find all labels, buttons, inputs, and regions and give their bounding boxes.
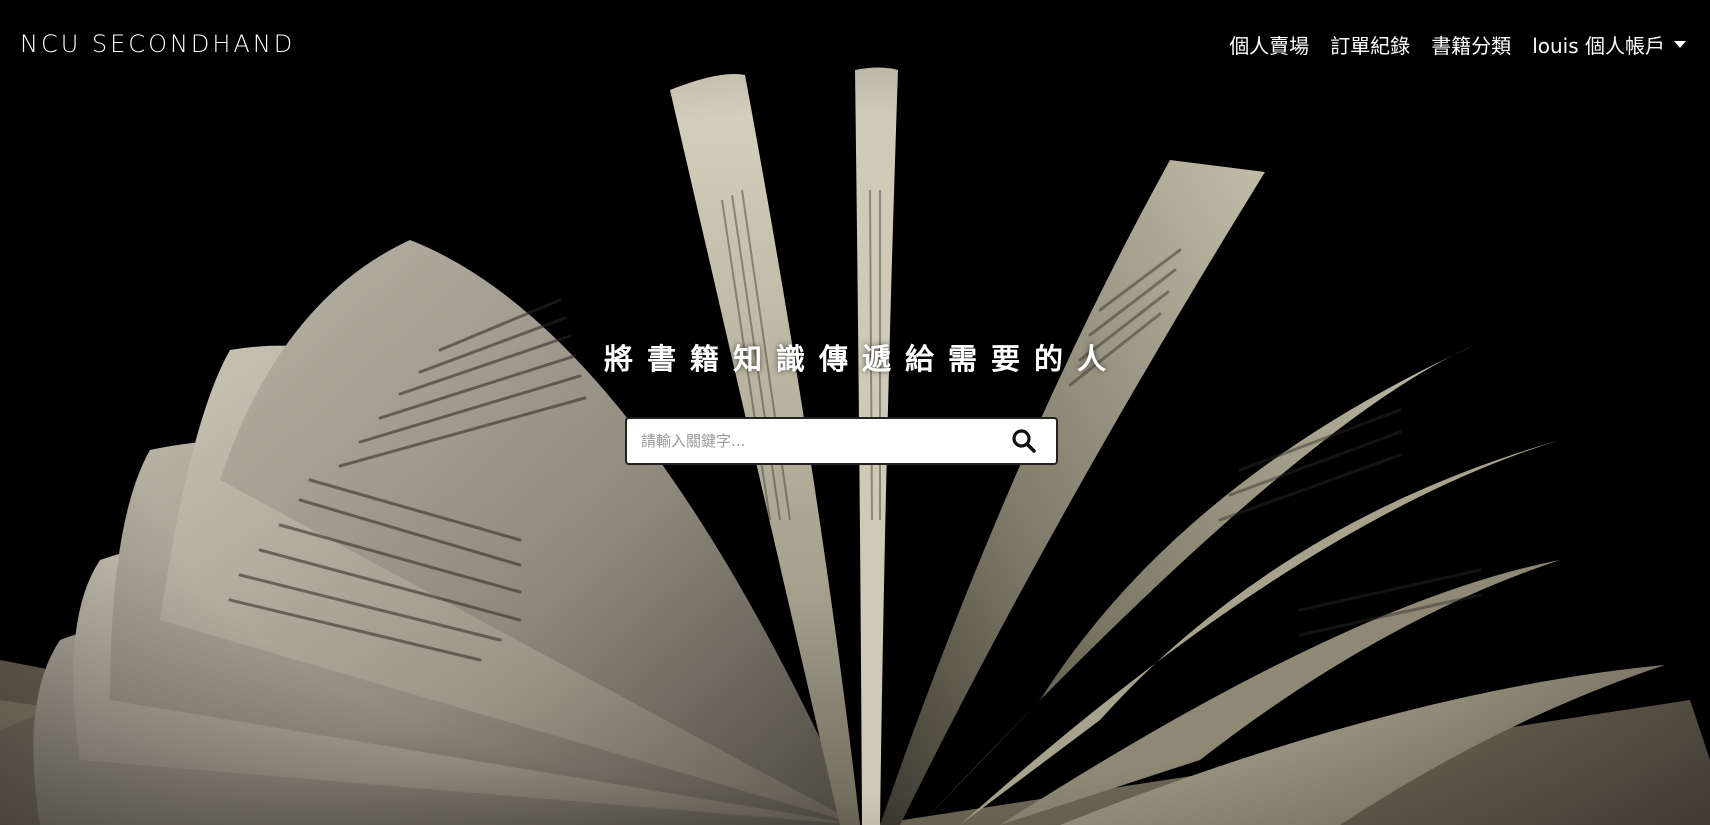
open-book-background-image xyxy=(0,0,1710,825)
nav-orders[interactable]: 訂單紀錄 xyxy=(1330,30,1410,59)
nav-personal-store[interactable]: 個人賣場 xyxy=(1229,30,1309,59)
account-label: louis 個人帳戶 xyxy=(1532,33,1665,58)
nav-categories[interactable]: 書籍分類 xyxy=(1431,30,1511,59)
top-navbar: NCU SECONDHAND 個人賣場 訂單紀錄 書籍分類 louis 個人帳戶 xyxy=(0,0,1710,88)
nav-links: 個人賣場 訂單紀錄 書籍分類 louis 個人帳戶 xyxy=(1208,30,1686,59)
search-button[interactable] xyxy=(1000,419,1048,463)
search-box xyxy=(625,417,1058,465)
search-input[interactable] xyxy=(627,419,1000,463)
search-icon xyxy=(1012,429,1036,453)
hero-section: NCU SECONDHAND 個人賣場 訂單紀錄 書籍分類 louis 個人帳戶… xyxy=(0,0,1710,825)
nav-account-dropdown[interactable]: louis 個人帳戶 xyxy=(1532,30,1686,59)
chevron-down-icon xyxy=(1674,40,1686,48)
hero-title: 將書籍知識傳遞給需要的人 xyxy=(603,342,1120,376)
brand-logo[interactable]: NCU SECONDHAND xyxy=(20,30,295,58)
